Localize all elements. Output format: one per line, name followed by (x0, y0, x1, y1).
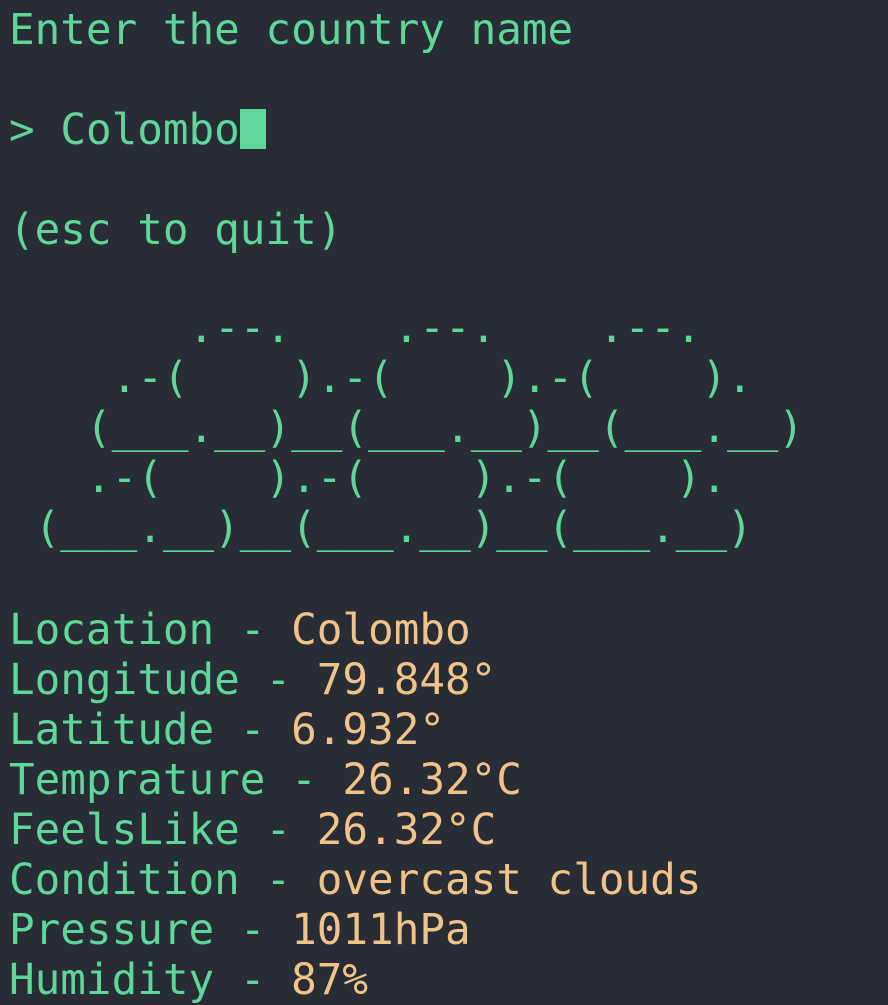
result-feels-like: FeelsLike - 26.32°C (9, 805, 496, 855)
prompt-title: Enter the country name (9, 5, 574, 55)
result-label: Condition (9, 855, 240, 905)
result-separator: - (265, 855, 292, 905)
result-condition: Condition - overcast clouds (9, 855, 701, 905)
result-value: 1011hPa (291, 905, 471, 955)
ascii-line: .--. .--. .--. (9, 303, 702, 353)
result-value: 26.32°C (342, 755, 522, 805)
country-input[interactable]: Colombo (60, 105, 240, 155)
ascii-line: .-( ).-( ).-( ). (9, 353, 753, 403)
ascii-line: (___.__)__(___.__)__(___.__) (9, 503, 753, 553)
result-location: Location - Colombo (9, 605, 471, 655)
prompt-marker: > (9, 105, 35, 155)
result-value: Colombo (291, 605, 471, 655)
result-latitude: Latitude - 6.932° (9, 705, 445, 755)
result-separator: - (239, 905, 266, 955)
result-separator: - (291, 755, 317, 805)
result-value: overcast clouds (316, 855, 702, 905)
result-separator: - (239, 705, 266, 755)
result-value: 79.848° (316, 655, 497, 705)
result-longitude: Longitude - 79.848° (9, 655, 496, 705)
result-label: Humidity (9, 955, 215, 1005)
result-separator: - (265, 655, 292, 705)
input-line[interactable]: > Colombo (9, 105, 266, 155)
result-label: Temprature (9, 755, 266, 805)
quit-hint: (esc to quit) (9, 205, 343, 255)
ascii-line: (___.__)__(___.__)__(___.__) (9, 403, 804, 453)
result-label: Latitude (9, 705, 215, 755)
result-value: 87% (291, 955, 369, 1005)
result-label: Longitude (9, 655, 240, 705)
result-temperature: Temprature - 26.32°C (9, 755, 522, 805)
result-label: Location (9, 605, 215, 655)
text-cursor (239, 109, 266, 149)
result-separator: - (265, 805, 292, 855)
ascii-line: .-( ).-( ).-( ). (9, 453, 728, 503)
result-value: 26.32°C (316, 805, 497, 855)
result-label: FeelsLike (9, 805, 240, 855)
result-pressure: Pressure - 1011hPa (9, 905, 471, 955)
result-separator: - (239, 605, 266, 655)
result-value: 6.932° (291, 705, 445, 755)
result-humidity: Humidity - 87% (9, 955, 368, 1005)
cloud-ascii-art: .--. .--. .--. .-( ).-( ).-( ). (___.__)… (9, 303, 804, 553)
result-label: Pressure (9, 905, 215, 955)
result-separator: - (239, 955, 266, 1005)
